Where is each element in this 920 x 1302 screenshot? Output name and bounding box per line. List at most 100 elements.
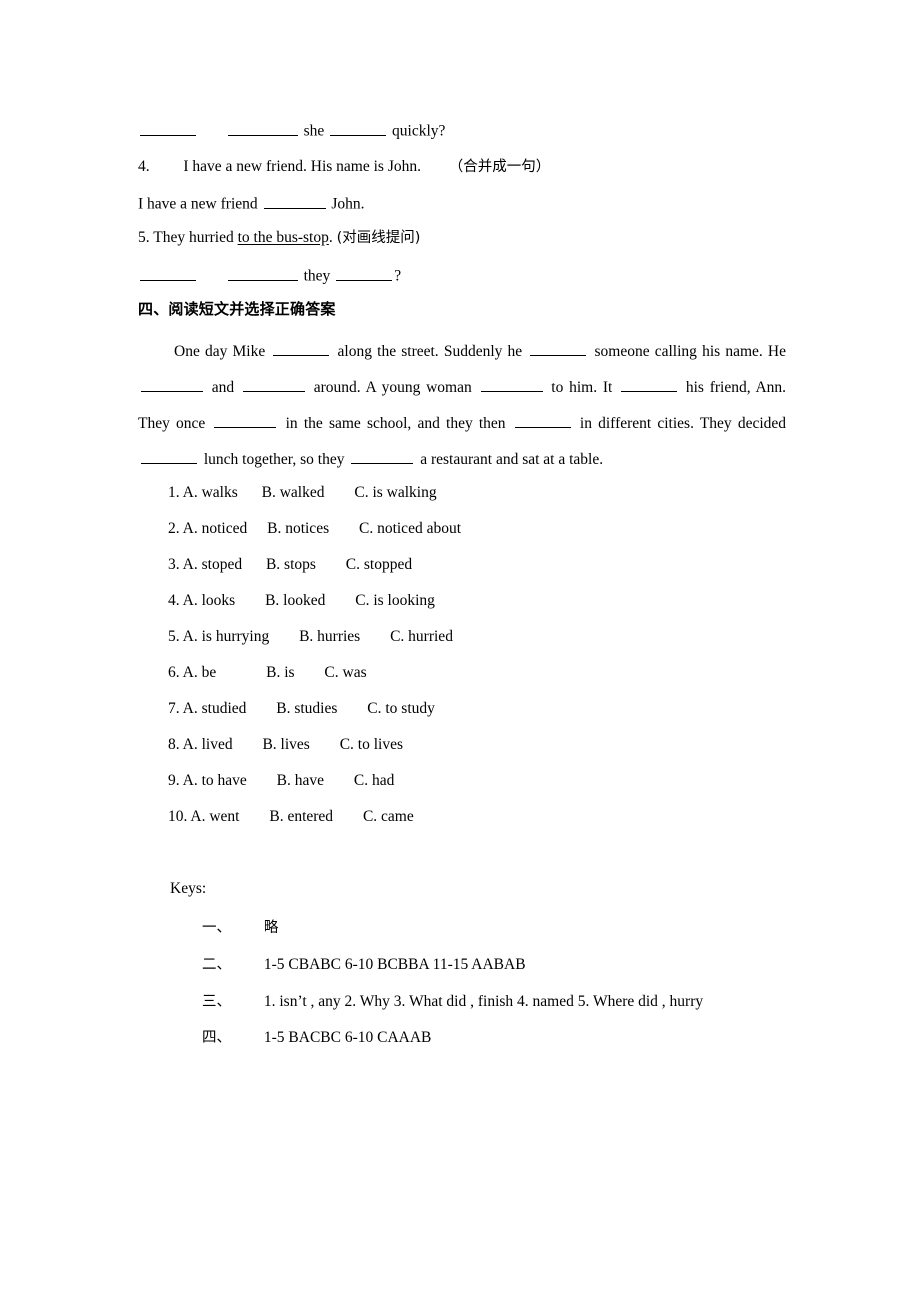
- mc-option-row-4[interactable]: 4. A. looks B. looked C. is looking: [168, 592, 435, 610]
- mc-option-row-3[interactable]: 3. A. stoped B. stops C. stopped: [168, 556, 412, 574]
- answer-blank[interactable]: [263, 193, 326, 209]
- q5-answer-end: ?: [394, 267, 402, 285]
- passage-part: in different cities. They decided: [579, 415, 787, 432]
- keys-label: Keys:: [170, 880, 207, 897]
- passage-part: lunch together, so they: [203, 451, 345, 468]
- keys-row-number: 四、: [202, 1030, 231, 1046]
- mc-number: 3.: [168, 556, 180, 573]
- keys-row-value: 1-5 CBABC 6-10 BCBBA 11-15 AABAB: [263, 956, 526, 973]
- mc-choice-c[interactable]: C. is walking: [354, 484, 436, 501]
- passage-blank-2[interactable]: [530, 340, 587, 356]
- mc-option-row-8[interactable]: 8. A. lived B. lives C. to lives: [168, 736, 403, 754]
- mc-choice-b[interactable]: B. is: [266, 664, 294, 681]
- passage-blank-7[interactable]: [214, 412, 277, 428]
- keys-row-number: 一、: [202, 920, 231, 936]
- passage-blank-10[interactable]: [351, 448, 414, 464]
- mc-choice-c[interactable]: C. stopped: [346, 556, 412, 573]
- mc-option-row-9[interactable]: 9. A. to have B. have C. had: [168, 772, 394, 790]
- passage-blank-3[interactable]: [141, 376, 203, 392]
- mc-choice-c[interactable]: C. is looking: [355, 592, 435, 609]
- answer-blank[interactable]: [336, 265, 393, 281]
- passage-part: and: [211, 379, 235, 396]
- mc-choice-a[interactable]: A. lived: [183, 736, 233, 753]
- mc-option-row-6[interactable]: 6. A. be B. is C. was: [168, 664, 367, 682]
- answer-blank[interactable]: [140, 265, 196, 281]
- answer-blank[interactable]: [140, 120, 196, 136]
- passage-blank-6[interactable]: [621, 376, 678, 392]
- mc-option-row-2[interactable]: 2. A. noticed B. notices C. noticed abou…: [168, 520, 461, 538]
- mc-choice-a[interactable]: A. stoped: [183, 556, 242, 573]
- passage-blank-9[interactable]: [141, 448, 197, 464]
- mc-choice-c[interactable]: C. to lives: [340, 736, 403, 753]
- question-4-answer-line: I have a new friend John.: [138, 193, 365, 214]
- passage-blank-5[interactable]: [480, 376, 543, 392]
- mc-choice-b[interactable]: B. hurries: [299, 628, 360, 645]
- mc-choice-a[interactable]: A. studied: [183, 700, 247, 717]
- mc-choice-a[interactable]: A. looks: [183, 592, 236, 609]
- question-4-prompt: 4. I have a new friend. His name is John…: [138, 158, 550, 176]
- mc-choice-c[interactable]: C. to study: [367, 700, 435, 717]
- passage-part: a restaurant and sat at a table.: [420, 451, 604, 468]
- mc-choice-b[interactable]: B. entered: [269, 808, 333, 825]
- mc-number: 8.: [168, 736, 180, 753]
- mc-choice-c[interactable]: C. hurried: [390, 628, 453, 645]
- passage-part: to him. It: [551, 379, 613, 396]
- q3-answer-line: she quickly?: [138, 120, 445, 141]
- mc-choice-a[interactable]: A. went: [190, 808, 239, 825]
- q5-text-after: .: [328, 229, 333, 246]
- keys-row-value: 1. isn’t , any 2. Why 3. What did , fini…: [263, 993, 704, 1010]
- answer-blank[interactable]: [330, 120, 387, 136]
- mc-number: 1.: [168, 484, 180, 501]
- mc-choice-b[interactable]: B. notices: [267, 520, 329, 537]
- mc-choice-c[interactable]: C. noticed about: [359, 520, 461, 537]
- mc-option-row-1[interactable]: 1. A. walks B. walked C. is walking: [168, 484, 437, 502]
- mc-choice-b[interactable]: B. stops: [266, 556, 316, 573]
- passage-blank-4[interactable]: [242, 376, 305, 392]
- mc-choice-a[interactable]: A. walks: [183, 484, 238, 501]
- mc-number: 7.: [168, 700, 180, 717]
- keys-row-3: 三、 1. isn’t , any 2. Why 3. What did , f…: [202, 990, 703, 1011]
- mc-choice-b[interactable]: B. studies: [276, 700, 337, 717]
- keys-row-4: 四、 1-5 BACBC 6-10 CAAAB: [202, 1026, 431, 1047]
- mc-choice-b[interactable]: B. walked: [262, 484, 325, 501]
- q5-underlined-phrase: to the bus-stop: [237, 229, 329, 246]
- passage-blank-1[interactable]: [273, 340, 330, 356]
- q3-tail-1: she: [303, 122, 325, 140]
- mc-choice-b[interactable]: B. lives: [262, 736, 309, 753]
- q4-text: I have a new friend. His name is John.: [183, 158, 421, 175]
- passage-blank-8[interactable]: [514, 412, 571, 428]
- q4-answer-suffix: John.: [331, 195, 365, 213]
- passage-part: One day Mike: [174, 343, 266, 360]
- mc-option-row-5[interactable]: 5. A. is hurrying B. hurries C. hurried: [168, 628, 453, 646]
- mc-choice-a[interactable]: A. is hurrying: [183, 628, 270, 645]
- mc-choice-a[interactable]: A. noticed: [183, 520, 248, 537]
- passage-part: along the street. Suddenly he: [337, 343, 523, 360]
- keys-row-1: 一、 略: [202, 916, 278, 937]
- mc-choice-b[interactable]: B. have: [277, 772, 324, 789]
- keys-row-number: 二、: [202, 957, 231, 973]
- mc-choice-a[interactable]: A. be: [183, 664, 217, 681]
- mc-choice-a[interactable]: A. to have: [183, 772, 247, 789]
- q5-answer-mid: they: [303, 267, 331, 285]
- mc-number: 9.: [168, 772, 180, 789]
- q4-instruction: （合并成一句）: [448, 159, 551, 175]
- q4-number: 4.: [138, 158, 150, 175]
- answer-blank[interactable]: [227, 120, 298, 136]
- mc-choice-c[interactable]: C. was: [324, 664, 366, 681]
- mc-number: 5.: [168, 628, 180, 645]
- mc-option-row-10[interactable]: 10. A. went B. entered C. came: [168, 808, 414, 826]
- mc-choice-c[interactable]: C. had: [354, 772, 394, 789]
- keys-row-value: 1-5 BACBC 6-10 CAAAB: [263, 1029, 432, 1046]
- mc-choice-b[interactable]: B. looked: [265, 592, 325, 609]
- mc-option-row-7[interactable]: 7. A. studied B. studies C. to study: [168, 700, 435, 718]
- q4-answer-prefix: I have a new friend: [138, 195, 258, 213]
- mc-choice-c[interactable]: C. came: [363, 808, 414, 825]
- passage-part: someone calling his name. He: [594, 343, 786, 360]
- mc-number: 6.: [168, 664, 180, 681]
- q5-number: 5.: [138, 229, 150, 246]
- passage-part: around. A young woman: [313, 379, 472, 396]
- answer-blank[interactable]: [227, 265, 298, 281]
- cloze-passage: One day Mike along the street. Suddenly …: [138, 334, 786, 478]
- mc-number: 10.: [168, 808, 188, 825]
- mc-number: 2.: [168, 520, 180, 537]
